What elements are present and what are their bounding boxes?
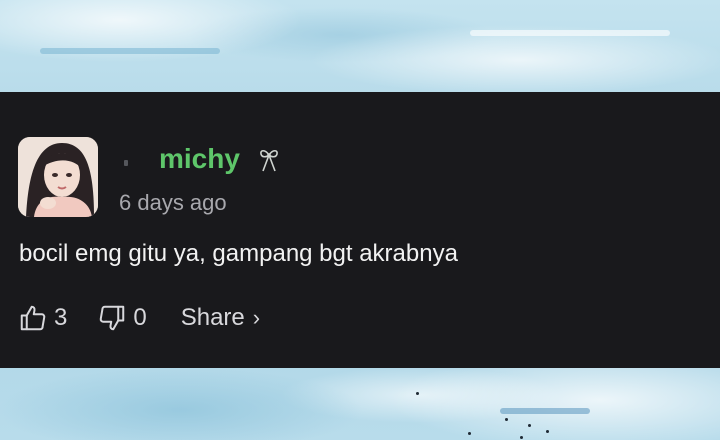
background-speck: [528, 424, 531, 427]
background-speck: [546, 430, 549, 433]
thumbs-up-icon: [20, 305, 46, 331]
chevron-right-icon: ›: [252, 305, 261, 330]
avatar[interactable]: [18, 137, 98, 217]
username[interactable]: michy: [159, 143, 240, 175]
bullet-icon: [124, 160, 128, 166]
share-label: Share: [180, 304, 245, 331]
like-button[interactable]: 3: [18, 303, 67, 333]
share-button[interactable]: Share ›: [181, 304, 260, 332]
like-count: 3: [54, 304, 68, 331]
background-speck: [468, 432, 471, 435]
dislike-count: 0: [133, 304, 147, 331]
thumbs-down-icon: [100, 305, 125, 331]
background-streak: [40, 48, 220, 54]
ribbon-bow-icon: [260, 149, 278, 172]
comment-timestamp: 6 days ago: [119, 190, 227, 215]
comment-actions: 3 0 Share ›: [18, 300, 260, 336]
dislike-button[interactable]: 0: [97, 303, 147, 333]
avatar-illustration: [18, 137, 98, 217]
background-speck: [505, 418, 508, 421]
background-streak: [500, 408, 590, 414]
background-speck: [520, 436, 523, 439]
comment-text: bocil emg gitu ya, gampang bgt akrabnya: [19, 240, 458, 267]
background-speck: [416, 392, 419, 395]
background-streak: [470, 30, 670, 36]
